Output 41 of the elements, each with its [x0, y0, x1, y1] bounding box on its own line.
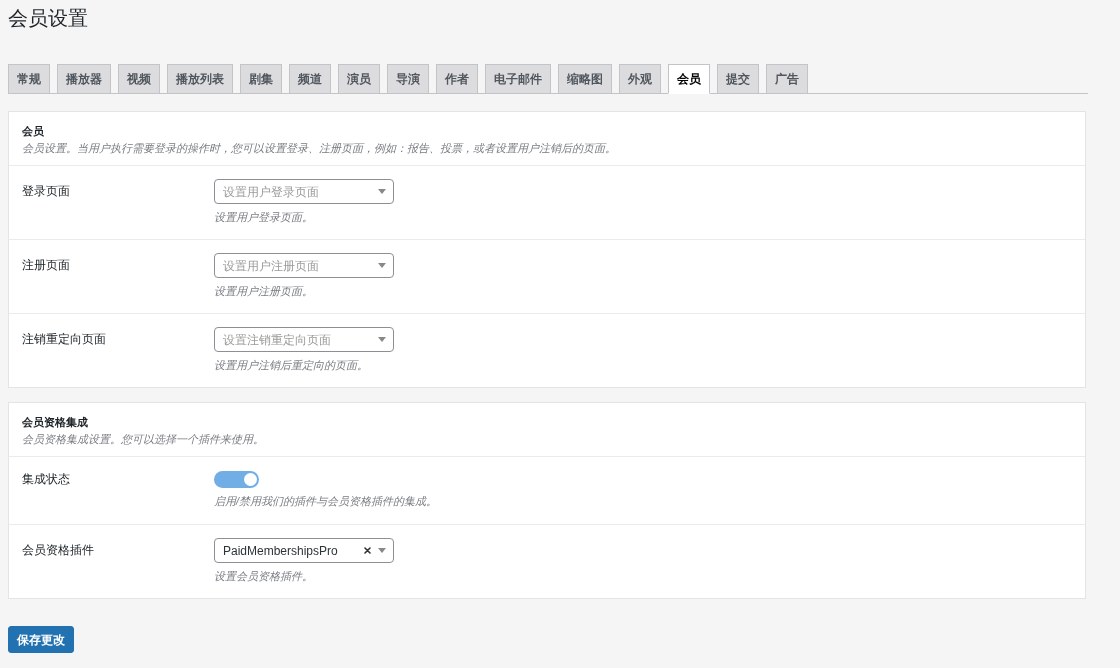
caret-icon [378, 548, 386, 553]
tab[interactable]: 导演 [387, 64, 429, 93]
field-label: 集成状态 [22, 471, 70, 488]
select-field[interactable]: 设置用户注册页面 [214, 253, 394, 278]
section-title: 会员 [22, 124, 44, 139]
clear-icon[interactable] [364, 547, 371, 554]
tab[interactable]: 会员 [668, 64, 710, 94]
tab[interactable]: 缩略图 [558, 64, 612, 93]
tab[interactable]: 提交 [717, 64, 759, 93]
field-label: 注册页面 [22, 257, 70, 274]
help-text: 启用/禁用我们的插件与会员资格插件的集成。 [214, 494, 438, 508]
tab[interactable]: 播放列表 [167, 64, 233, 93]
tab[interactable]: 外观 [619, 64, 661, 93]
field-label: 会员资格插件 [22, 542, 94, 559]
tab[interactable]: 常规 [8, 64, 50, 93]
field-label: 登录页面 [22, 183, 70, 200]
select-field[interactable]: 设置用户登录页面 [214, 179, 394, 204]
tab[interactable]: 演员 [338, 64, 380, 93]
field-label: 注销重定向页面 [22, 331, 106, 348]
caret-icon [378, 263, 386, 268]
save-button[interactable]: 保存更改 [8, 626, 74, 653]
help-text: 设置会员资格插件。 [214, 569, 313, 583]
help-text: 设置用户注册页面。 [214, 284, 313, 298]
help-text: 设置用户注销后重定向的页面。 [214, 358, 368, 372]
caret-icon [378, 337, 386, 342]
tab[interactable]: 作者 [436, 64, 478, 93]
select-field[interactable]: 设置注销重定向页面 [214, 327, 394, 352]
tab[interactable]: 剧集 [240, 64, 282, 93]
tab[interactable]: 广告 [766, 64, 808, 93]
caret-icon [378, 189, 386, 194]
section-title: 会员资格集成 [22, 415, 88, 430]
tab[interactable]: 播放器 [57, 64, 111, 93]
toggle-switch[interactable] [214, 471, 259, 488]
tab[interactable]: 电子邮件 [485, 64, 551, 93]
help-text: 设置用户登录页面。 [214, 210, 313, 224]
section-description: 会员设置。当用户执行需要登录的操作时，您可以设置登录、注册页面，例如：报告、投票，或者设置用户注销后的页面。 [22, 141, 616, 156]
page-title: 会员设置 [8, 6, 88, 30]
select-field[interactable]: PaidMembershipsPro [214, 538, 394, 563]
tab[interactable]: 频道 [289, 64, 331, 93]
section-description: 会员资格集成设置。您可以选择一个插件来使用。 [22, 432, 264, 447]
tab[interactable]: 视频 [118, 64, 160, 93]
